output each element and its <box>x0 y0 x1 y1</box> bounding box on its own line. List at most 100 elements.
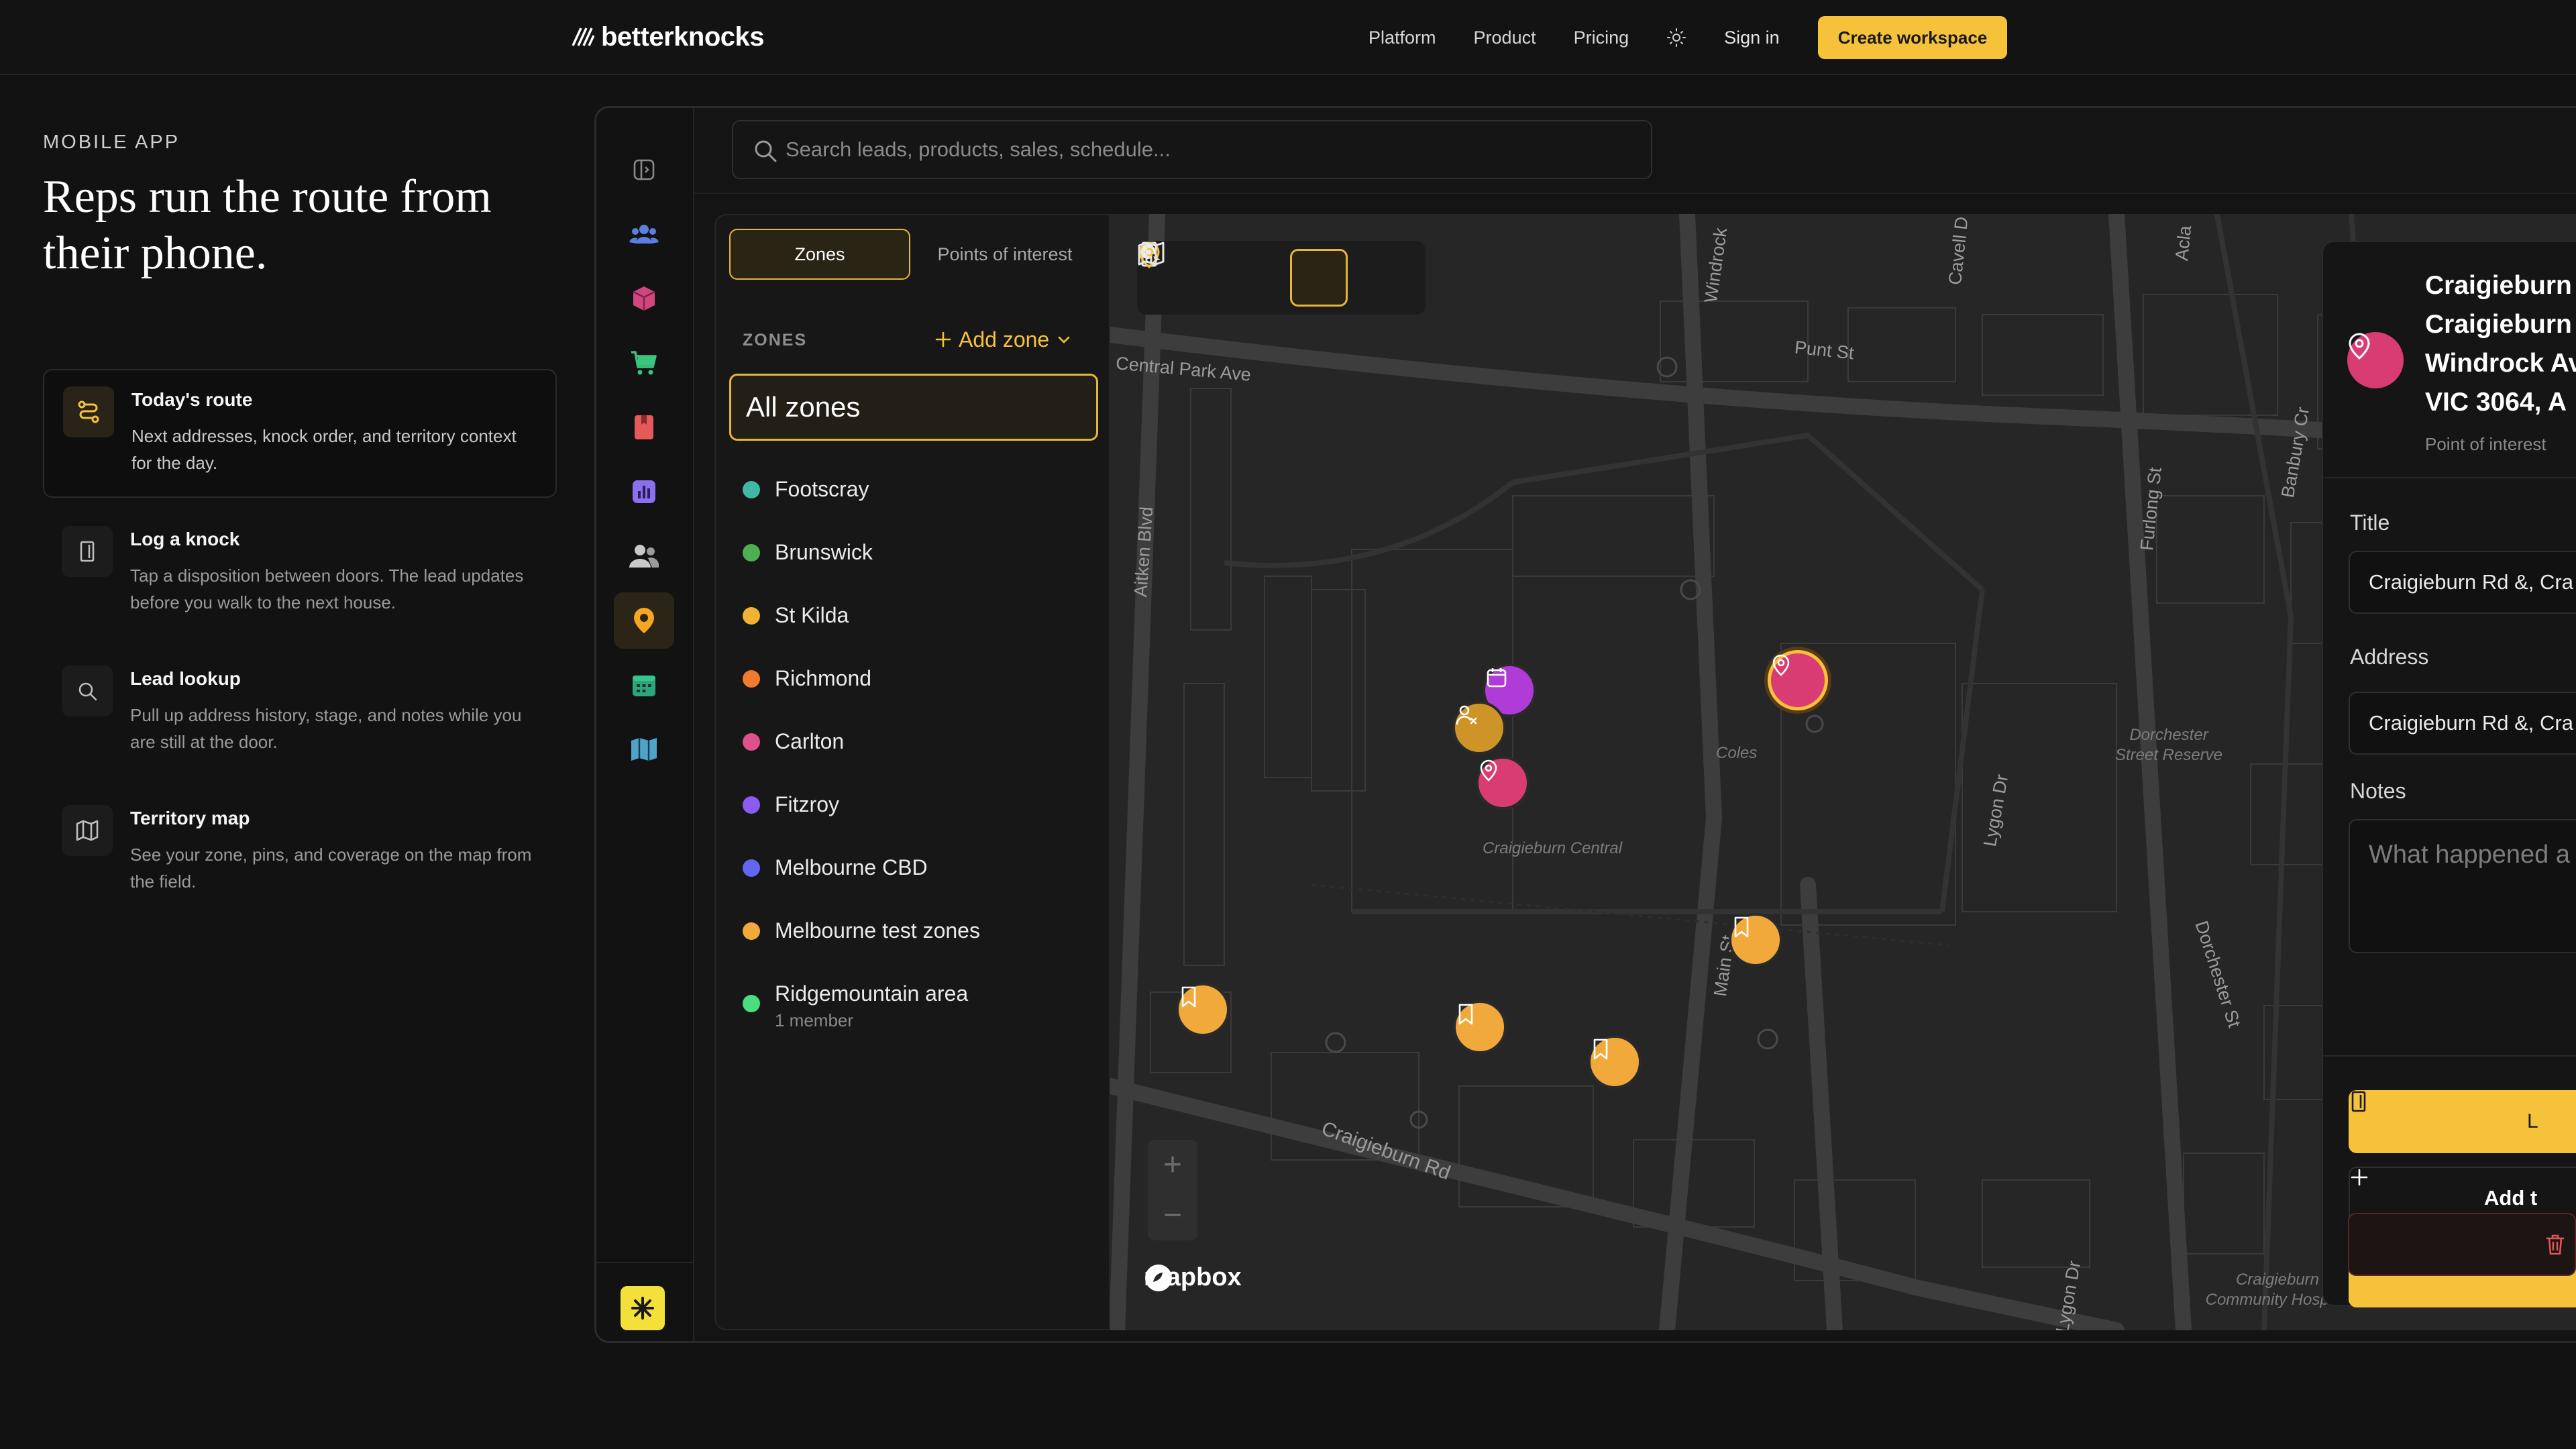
zone-item-fitzroy[interactable]: Fitzroy <box>743 792 839 817</box>
app-window: Search leads, products, sales, schedule.… <box>594 106 2576 1343</box>
bookmark-icon <box>1458 1004 1473 1025</box>
poi-type: Point of interest <box>2425 434 2546 454</box>
delete-button[interactable] <box>2348 1213 2576 1276</box>
sign-in-link[interactable]: Sign in <box>1724 28 1780 48</box>
door-tool-button[interactable] <box>1141 241 1278 307</box>
poi-detail-panel: Craigieburn Craigieburn Windrock Av VIC … <box>2322 241 2576 1307</box>
nav-link-platform[interactable]: Platform <box>1368 28 1436 48</box>
tab-zones[interactable]: Zones <box>729 229 910 280</box>
notes-textarea[interactable]: What happened a <box>2349 819 2576 953</box>
location-pin-icon <box>2347 332 2404 388</box>
map-layers-button[interactable] <box>1138 241 1417 307</box>
bookmark-book-icon <box>635 415 653 439</box>
zone-name: Melbourne CBD <box>775 855 928 879</box>
title-label: Title <box>2350 511 2390 535</box>
zone-item-richmond[interactable]: Richmond <box>743 666 871 691</box>
zone-color-dot <box>743 607 760 625</box>
sidebar-item-sales[interactable] <box>614 335 674 391</box>
map-pin-saved[interactable] <box>1729 913 1782 967</box>
territory-map[interactable]: Central Park Ave Aitken Blvd Windrock Ca… <box>1110 214 2576 1330</box>
log-knock-button[interactable]: L <box>2349 1090 2576 1153</box>
zone-item-ridgemountain-area[interactable]: Ridgemountain area 1 member <box>743 981 968 1031</box>
nav-link-pricing[interactable]: Pricing <box>1574 28 1629 48</box>
zoom-in-button[interactable]: + <box>1148 1140 1197 1190</box>
sidebar-item-schedule[interactable] <box>614 657 674 713</box>
map-pin-lead[interactable] <box>1452 701 1506 755</box>
tab-points-of-interest[interactable]: Points of interest <box>916 229 1094 280</box>
map-pin-poi-selected[interactable] <box>1768 650 1828 710</box>
plus-icon <box>2351 1169 2368 1186</box>
feature-log-a-knock[interactable]: Log a knock Tap a disposition between do… <box>43 510 557 639</box>
bar-chart-icon <box>633 480 655 503</box>
map-pin-saved[interactable] <box>1453 1000 1507 1054</box>
sidebar-item-reports[interactable] <box>614 464 674 520</box>
sidebar-toggle-icon[interactable] <box>614 142 674 198</box>
theme-toggle-sun-icon[interactable] <box>1666 28 1686 48</box>
sidebar-item-team[interactable] <box>614 528 674 584</box>
add-zone-button[interactable]: Add zone <box>934 323 1072 356</box>
map-pin-saved[interactable] <box>1588 1035 1642 1089</box>
feature-title: Today's route <box>131 389 253 410</box>
sidebar-item-leads[interactable] <box>614 206 674 262</box>
feature-todays-route[interactable]: Today's route Next addresses, knock orde… <box>43 369 557 498</box>
poi-title-line: Craigieburn <box>2425 310 2572 339</box>
panel-divider <box>2323 477 2576 478</box>
feature-desc: Next addresses, knock order, and territo… <box>131 426 517 473</box>
section-headline: Reps run the route from their phone. <box>43 171 492 279</box>
zone-name: Richmond <box>775 666 872 690</box>
zone-name: Footscray <box>775 477 869 501</box>
search-icon <box>62 665 113 716</box>
address-field[interactable]: Craigieburn Rd &, Cra <box>2349 692 2576 755</box>
zone-item-melbourne-cbd[interactable]: Melbourne CBD <box>743 855 928 880</box>
address-label: Address <box>2350 645 2429 669</box>
feature-title: Territory map <box>130 808 250 828</box>
poi-title-line: Windrock Av <box>2425 349 2576 378</box>
nav-link-product[interactable]: Product <box>1474 28 1536 48</box>
zone-color-dot <box>743 922 760 940</box>
top-nav: betterknocks Platform Product Pricing Si… <box>0 0 2576 75</box>
zone-item-carlton[interactable]: Carlton <box>743 729 844 754</box>
zone-color-dot <box>743 481 760 498</box>
bookmark-icon <box>1734 916 1749 938</box>
feature-lead-lookup[interactable]: Lead lookup Pull up address history, sta… <box>43 649 557 778</box>
chevron-down-icon <box>1058 336 1070 343</box>
zone-color-dot <box>743 544 760 561</box>
create-workspace-button[interactable]: Create workspace <box>1818 16 2007 59</box>
feature-desc: See your zone, pins, and coverage on the… <box>130 845 532 892</box>
sidebar-item-documents[interactable] <box>614 399 674 455</box>
poi-tool-button[interactable] <box>1138 241 1348 307</box>
place-label: Dorchester Street Reserve <box>2114 726 2223 764</box>
zone-item-brunswick[interactable]: Brunswick <box>743 540 873 565</box>
users-group-icon <box>629 225 659 244</box>
sidebar-divider <box>596 1262 694 1263</box>
sidebar-item-map[interactable] <box>614 592 674 649</box>
mapbox-logo-icon <box>1145 1265 1172 1291</box>
zones-section-label: ZONES <box>743 331 808 350</box>
zone-item-melbourne-test-zones[interactable]: Melbourne test zones <box>743 918 980 943</box>
cart-icon <box>631 351 657 375</box>
zones-tabs: Zones Points of interest <box>729 229 1094 280</box>
door-icon <box>62 526 113 577</box>
search-placeholder: Search leads, products, sales, schedule.… <box>786 138 1171 161</box>
feature-territory-map[interactable]: Territory map See your zone, pins, and c… <box>43 789 557 918</box>
bookmark-icon <box>1181 986 1196 1008</box>
map-pin-poi[interactable] <box>1476 756 1529 810</box>
sidebar-item-products[interactable] <box>614 270 674 327</box>
global-search-input[interactable]: Search leads, products, sales, schedule.… <box>732 120 1652 179</box>
zones-panel: Zones Points of interest ZONES Add zone … <box>714 214 1110 1330</box>
place-label: Coles <box>1716 744 1758 762</box>
map-pin-saved[interactable] <box>1176 983 1230 1036</box>
zone-item-all-zones[interactable]: All zones <box>729 374 1098 441</box>
sidebar-item-territories[interactable] <box>614 721 674 777</box>
title-field[interactable]: Craigieburn Rd &, Cra <box>2349 551 2576 614</box>
log-knock-label: L <box>2527 1110 2538 1132</box>
map-icon <box>62 805 113 856</box>
brand-logo[interactable]: betterknocks <box>572 20 764 54</box>
zoom-out-button[interactable]: − <box>1148 1190 1197 1240</box>
zone-item-footscray[interactable]: Footscray <box>743 477 869 502</box>
street-label: Acla <box>2171 224 2196 262</box>
mapbox-attribution[interactable]: mapbox <box>1144 1263 1242 1292</box>
workspace-avatar[interactable] <box>621 1286 665 1330</box>
zone-item-st-kilda[interactable]: St Kilda <box>743 603 849 628</box>
zone-name: Melbourne test zones <box>775 918 980 943</box>
